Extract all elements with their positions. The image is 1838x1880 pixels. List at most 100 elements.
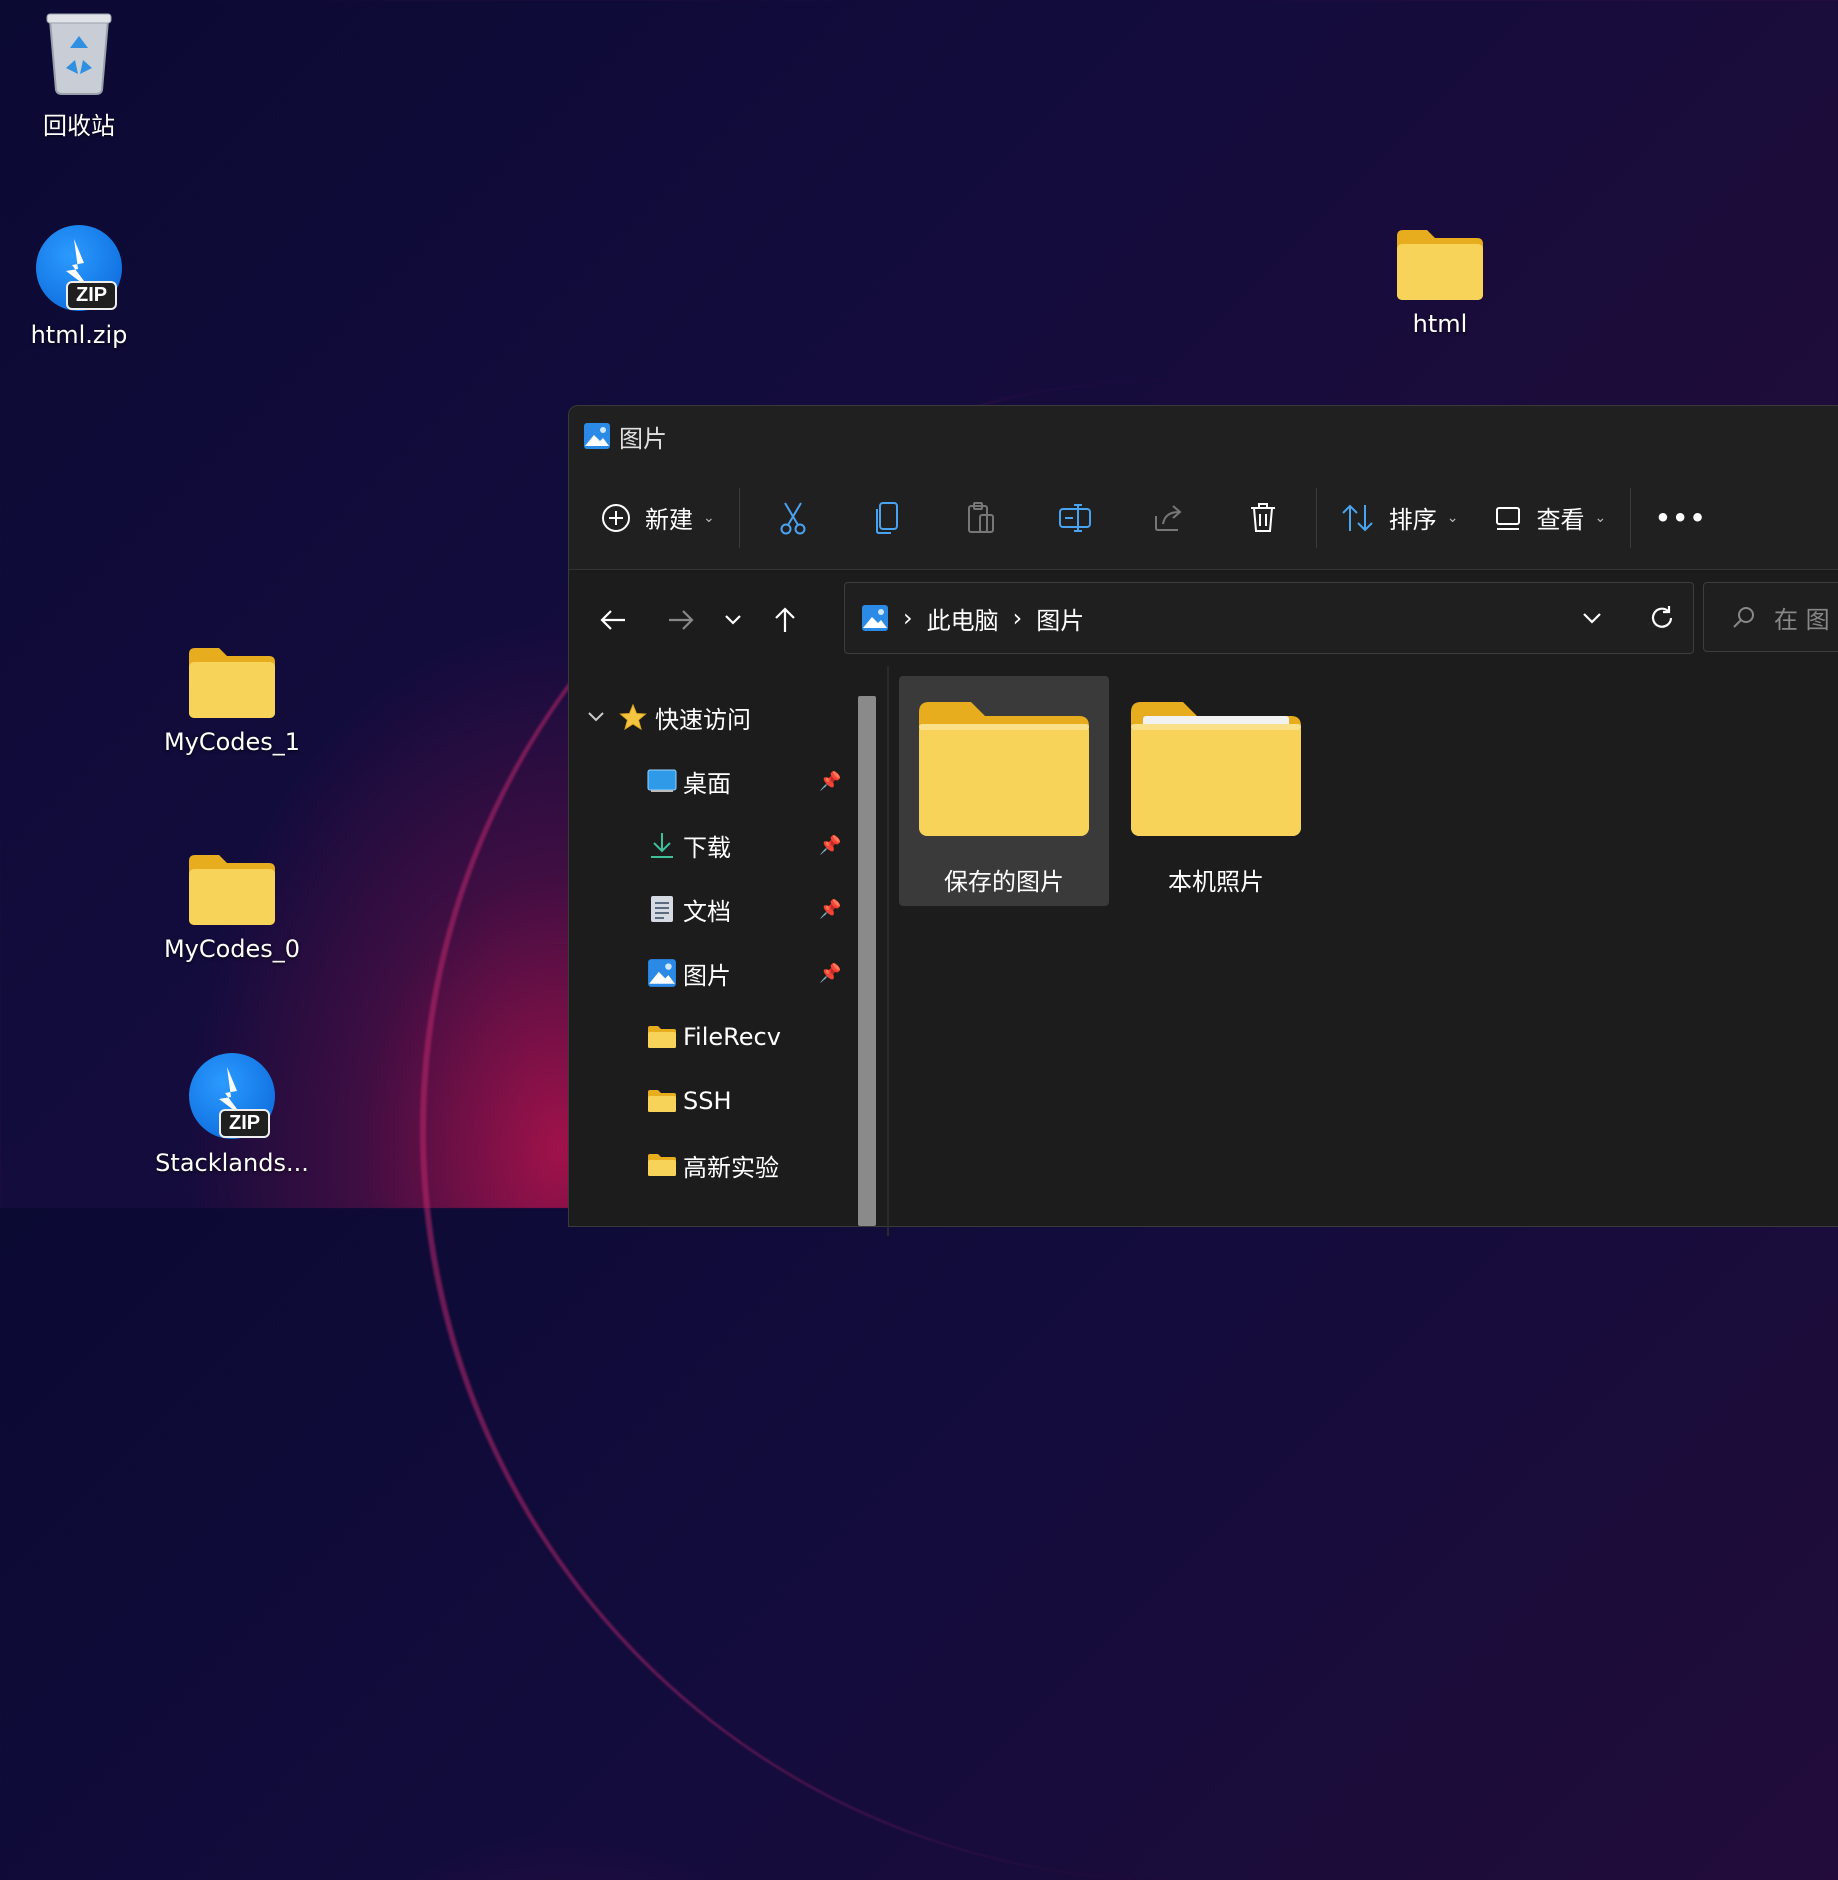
share-icon — [1154, 504, 1182, 531]
copy-icon — [875, 501, 898, 534]
share-button[interactable] — [1145, 494, 1193, 542]
chevron-down-icon: ⌄ — [1446, 509, 1459, 526]
sidebar-item-ssh[interactable]: SSH — [647, 1081, 732, 1121]
rename-icon — [1058, 503, 1091, 532]
breadcrumb-separator: › — [1012, 604, 1023, 632]
pictures-icon — [862, 605, 888, 631]
rename-button[interactable] — [1051, 494, 1099, 542]
sidebar-item-quick-access[interactable]: 快速访问 — [587, 697, 751, 737]
sidebar-item-label: 图片 — [683, 961, 731, 990]
new-label: 新建 — [645, 506, 693, 534]
folder-icon — [648, 1154, 676, 1176]
breadcrumb-pictures[interactable]: 图片 — [1036, 601, 1084, 636]
back-button[interactable] — [583, 590, 643, 650]
sidebar-item-downloads[interactable]: 下载 📌 — [647, 825, 887, 865]
zip-tag: ZIP — [219, 1109, 271, 1138]
copy-button[interactable] — [863, 494, 911, 542]
star-icon — [619, 703, 647, 731]
forward-button[interactable] — [651, 590, 711, 650]
sidebar-item-pictures[interactable]: 图片 📌 — [647, 953, 887, 993]
address-bar[interactable]: › 此电脑 › 图片 — [844, 582, 1694, 654]
sidebar-item-label: 高新实验 — [683, 1153, 779, 1182]
pin-icon[interactable]: 📌 — [819, 899, 841, 920]
sidebar-item-gaoxin[interactable]: 高新实验 — [647, 1145, 779, 1185]
folder-icon — [648, 1026, 676, 1048]
more-label: ••• — [1655, 503, 1708, 532]
sidebar-item-label: FileRecv — [683, 1023, 781, 1051]
sidebar-item-label: 文档 — [683, 897, 731, 926]
toolbar-separator — [1315, 487, 1317, 548]
paste-button[interactable] — [957, 494, 1005, 542]
pane-divider[interactable] — [887, 666, 889, 1236]
folder-icon — [1397, 230, 1483, 300]
search-box[interactable]: 在 图 — [1703, 582, 1838, 652]
view-label: 查看 — [1536, 506, 1585, 534]
pin-icon[interactable]: 📌 — [819, 963, 841, 984]
document-icon — [651, 896, 673, 922]
desktop-label: MyCodes_0 — [163, 935, 301, 963]
desktop-label: html.zip — [30, 321, 128, 349]
command-bar: 新建 ⌄ 排序 ⌄ 查看 ⌄ ••• — [569, 466, 1838, 570]
zip-tag: ZIP — [66, 281, 118, 310]
folder-item-saved-pictures[interactable]: 保存的图片 — [899, 676, 1109, 906]
file-name: 保存的图片 — [944, 868, 1064, 896]
desktop-icon-mycodes-0[interactable]: MyCodes_0 — [157, 855, 307, 963]
view-button[interactable]: 查看 ⌄ — [1476, 486, 1624, 550]
scissors-icon — [780, 501, 806, 534]
chevron-down-icon[interactable] — [1581, 611, 1603, 625]
file-explorer-window: 图片 新建 ⌄ 排序 ⌄ 查看 ⌄ ••• › 此电脑 › 图片 在 图 快速访… — [568, 405, 1838, 1236]
desktop-icon — [647, 769, 677, 792]
sidebar-item-label: SSH — [683, 1087, 732, 1115]
more-options-button[interactable]: ••• — [1637, 486, 1725, 550]
up-button[interactable] — [755, 590, 815, 650]
sidebar-scrollbar[interactable] — [858, 696, 876, 1226]
sort-icon — [1342, 504, 1373, 531]
desktop-icon-stacklands-zip[interactable]: ZIP Stacklands... — [155, 1053, 309, 1177]
recycle-bin-icon — [46, 13, 112, 95]
pin-icon[interactable]: 📌 — [819, 835, 841, 856]
desktop-label: MyCodes_1 — [163, 728, 301, 756]
toolbar-separator — [1630, 487, 1632, 548]
navigation-pane: 快速访问 桌面 📌 下载 📌 文档 📌 图片 📌 FileRecv SSH 高新… — [569, 671, 869, 1231]
sidebar-item-label: 下载 — [683, 833, 731, 862]
sort-button[interactable]: 排序 ⌄ — [1323, 486, 1477, 550]
folder-icon — [189, 648, 275, 718]
chevron-down-icon: ⌄ — [703, 509, 715, 526]
desktop-icon-recycle-bin[interactable]: 回收站 — [4, 10, 154, 141]
zip-archive-icon: ZIP — [189, 1053, 275, 1139]
sidebar-item-desktop[interactable]: 桌面 📌 — [647, 761, 887, 801]
pin-icon[interactable]: 📌 — [819, 771, 841, 792]
arrow-up-icon — [775, 607, 795, 632]
desktop-icon-mycodes-1[interactable]: MyCodes_1 — [157, 648, 307, 756]
sidebar-item-label: 快速访问 — [655, 705, 751, 734]
sidebar-item-documents[interactable]: 文档 📌 — [647, 889, 887, 929]
arrow-left-icon — [600, 610, 625, 630]
view-icon — [1496, 506, 1521, 530]
download-icon — [651, 833, 673, 858]
desktop-icon-html-folder[interactable]: html — [1365, 230, 1515, 338]
sidebar-item-filerecv[interactable]: FileRecv — [647, 1017, 781, 1057]
arrow-right-icon — [669, 610, 694, 630]
desktop-label: Stacklands... — [155, 1149, 309, 1177]
delete-button[interactable] — [1239, 494, 1287, 542]
folder-icon — [1131, 702, 1301, 836]
folder-item-camera-roll[interactable]: 本机照片 — [1111, 676, 1321, 906]
breadcrumb-this-pc[interactable]: 此电脑 — [927, 601, 999, 636]
refresh-icon[interactable] — [1649, 605, 1675, 631]
sort-label: 排序 — [1388, 506, 1437, 534]
zip-archive-icon: ZIP — [36, 225, 122, 311]
pictures-icon — [584, 423, 610, 449]
window-title: 图片 — [619, 424, 667, 453]
recent-locations-button[interactable] — [711, 590, 755, 650]
new-button[interactable]: 新建 ⌄ — [583, 486, 733, 550]
search-icon — [1733, 607, 1754, 628]
pictures-icon — [648, 959, 676, 987]
file-list: 保存的图片 本机照片 — [899, 676, 1838, 1226]
breadcrumb-separator: › — [903, 604, 913, 632]
cut-button[interactable] — [769, 494, 817, 542]
paste-icon — [967, 501, 994, 533]
toolbar-separator — [738, 487, 740, 548]
desktop-icon-html-zip[interactable]: ZIP html.zip — [4, 225, 154, 349]
desktop-label: html — [1412, 310, 1468, 338]
title-bar[interactable]: 图片 — [569, 406, 1838, 466]
